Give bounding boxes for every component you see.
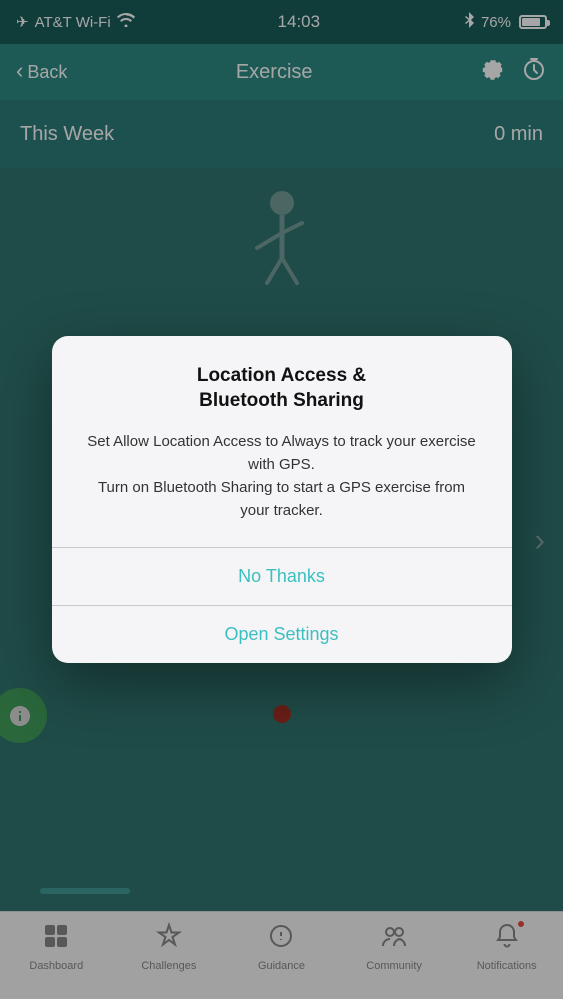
modal-message: Set Allow Location Access to Always to t… bbox=[84, 430, 480, 523]
modal-overlay: Location Access &Bluetooth Sharing Set A… bbox=[0, 0, 563, 999]
open-settings-button[interactable]: Open Settings bbox=[52, 606, 512, 663]
modal-body: Location Access &Bluetooth Sharing Set A… bbox=[52, 336, 512, 546]
modal-dialog: Location Access &Bluetooth Sharing Set A… bbox=[52, 336, 512, 662]
modal-title: Location Access &Bluetooth Sharing bbox=[84, 364, 480, 413]
no-thanks-button[interactable]: No Thanks bbox=[52, 548, 512, 605]
